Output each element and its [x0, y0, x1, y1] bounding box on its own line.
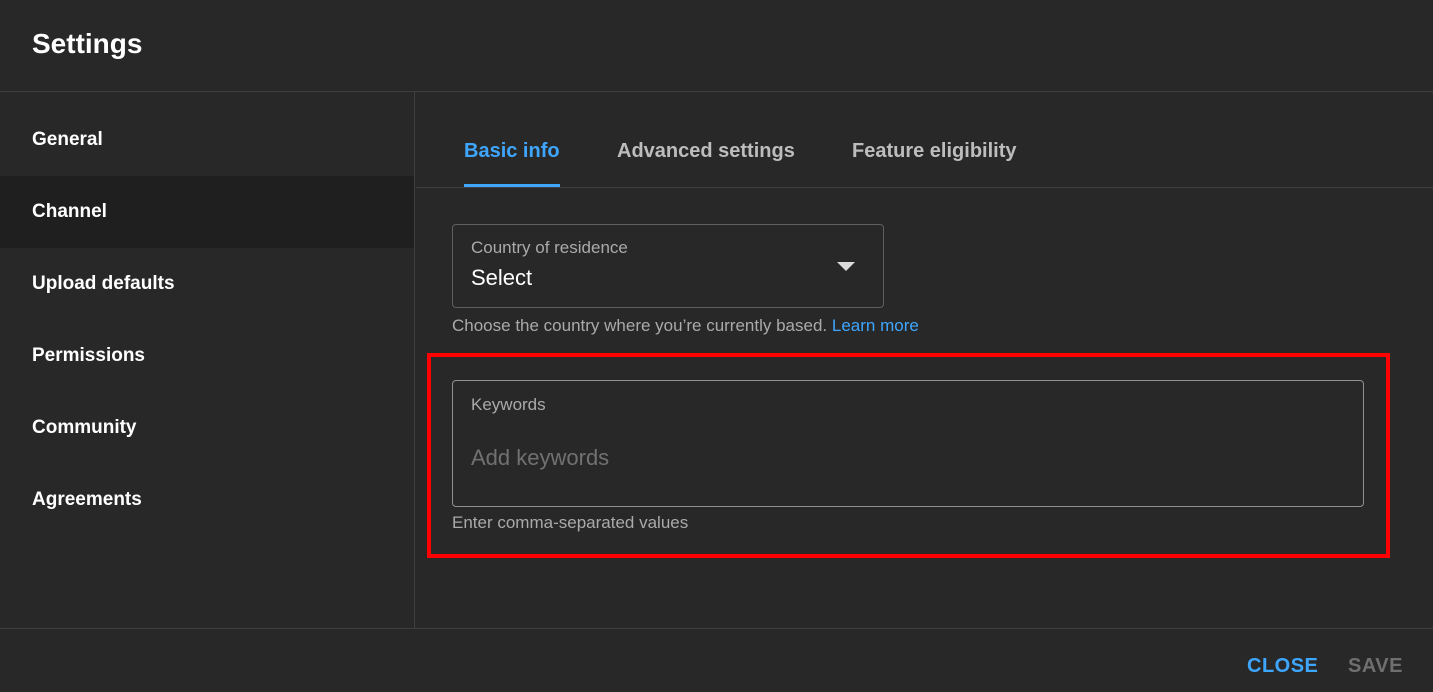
tab-advanced-settings[interactable]: Advanced settings — [617, 140, 795, 187]
settings-sidebar: General Channel Upload defaults Permissi… — [0, 92, 415, 628]
tab-bar: Basic info Advanced settings Feature eli… — [416, 92, 1433, 188]
country-label: Country of residence — [471, 238, 628, 257]
save-button[interactable]: SAVE — [1348, 655, 1403, 678]
sidebar-item-upload-defaults[interactable]: Upload defaults — [0, 248, 414, 320]
dropdown-arrow-icon — [837, 262, 855, 271]
settings-content: Basic info Advanced settings Feature eli… — [416, 92, 1433, 628]
tab-basic-info[interactable]: Basic info — [464, 140, 560, 187]
keywords-label: Keywords — [471, 395, 546, 414]
dialog-footer: CLOSE SAVE — [0, 628, 1433, 692]
keywords-field[interactable]: Keywords — [452, 380, 1364, 507]
close-button[interactable]: CLOSE — [1247, 655, 1318, 678]
sidebar-item-channel[interactable]: Channel — [0, 176, 414, 248]
sidebar-item-permissions[interactable]: Permissions — [0, 320, 414, 392]
sidebar-item-agreements[interactable]: Agreements — [0, 464, 414, 536]
dialog-header: Settings — [0, 0, 1433, 92]
country-select[interactable]: Country of residence Select — [452, 224, 884, 308]
keywords-input[interactable] — [471, 441, 1341, 475]
keywords-helper-text: Enter comma-separated values — [452, 513, 689, 532]
tab-feature-eligibility[interactable]: Feature eligibility — [852, 140, 1016, 187]
sidebar-item-general[interactable]: General — [0, 104, 414, 176]
country-helper-label: Choose the country where you’re currentl… — [452, 316, 828, 335]
page-title: Settings — [32, 28, 143, 59]
learn-more-link[interactable]: Learn more — [832, 316, 919, 335]
sidebar-item-community[interactable]: Community — [0, 392, 414, 464]
country-helper-text: Choose the country where you’re currentl… — [452, 316, 919, 336]
country-value: Select — [471, 265, 533, 290]
